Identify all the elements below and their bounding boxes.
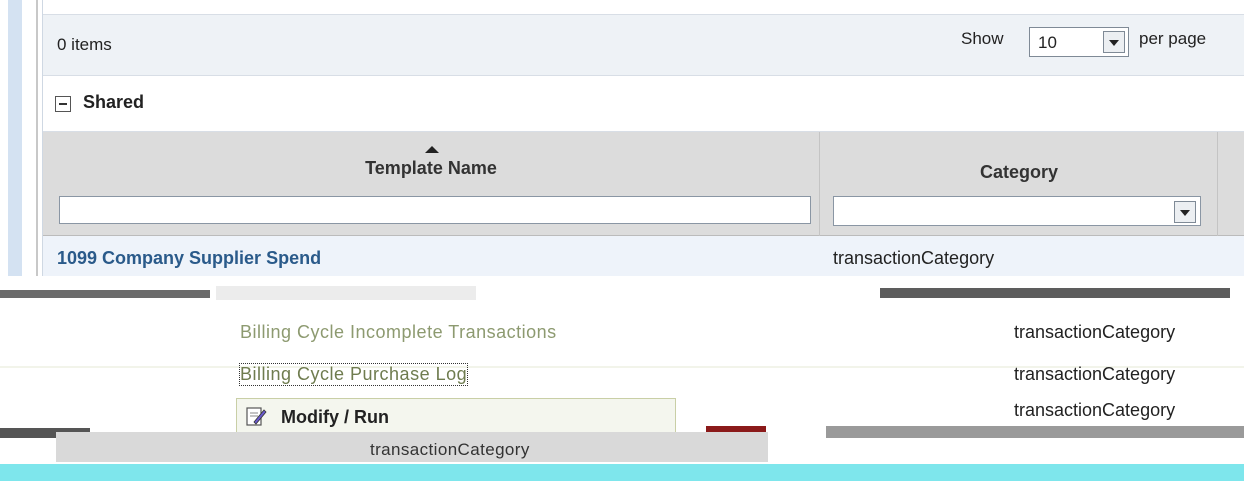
sort-ascending-icon xyxy=(425,146,439,153)
left-rail-bar xyxy=(8,0,22,288)
glitched-template-name[interactable]: Billing Cycle Incomplete Transactions xyxy=(240,322,557,343)
template-name-link[interactable]: 1099 Company Supplier Spend xyxy=(57,248,321,269)
category-cell: transactionCategory xyxy=(1014,364,1176,384)
edit-icon xyxy=(246,407,267,426)
category-cell: transactionCategory xyxy=(1014,400,1176,420)
category-cell: transactionCategory xyxy=(833,248,995,268)
grid-header: Template Name Category xyxy=(43,132,1244,236)
artifact-strip xyxy=(0,464,1244,481)
artifact-bar xyxy=(880,288,1230,298)
artifact-bar xyxy=(826,426,1244,438)
column-header-category[interactable]: Category xyxy=(821,162,1217,183)
modify-run-menu-item[interactable]: Modify / Run xyxy=(281,407,389,428)
page-size-value: 10 xyxy=(1038,33,1057,52)
shared-section-header[interactable]: Shared xyxy=(43,76,1244,132)
glitched-template-name[interactable]: Billing Cycle Purchase Log xyxy=(238,363,469,386)
section-label: Shared xyxy=(83,92,145,112)
show-label: Show xyxy=(961,29,1004,48)
per-page-label: per page xyxy=(1139,29,1207,48)
pager-toolbar: 0 items Show 10 per page xyxy=(43,14,1244,76)
chevron-down-icon[interactable] xyxy=(1103,31,1125,53)
items-count: 0 items xyxy=(57,35,112,54)
column-header-template-name[interactable]: Template Name xyxy=(43,158,819,179)
template-name-filter-input[interactable] xyxy=(59,196,811,224)
left-rail-divider xyxy=(36,0,38,288)
page-size-select[interactable]: 10 xyxy=(1029,27,1129,57)
artifact-bar xyxy=(0,290,210,298)
category-filter-select[interactable] xyxy=(833,196,1201,226)
template-panel: 0 items Show 10 per page Shared Template… xyxy=(42,0,1244,290)
collapse-icon[interactable] xyxy=(55,96,71,112)
context-menu: Modify / Run xyxy=(236,398,676,434)
artifact-bar xyxy=(216,286,476,300)
overlay-category-text: transactionCategory xyxy=(370,440,530,459)
category-cell: transactionCategory xyxy=(1014,322,1176,342)
chevron-down-icon[interactable] xyxy=(1174,201,1196,223)
table-row[interactable]: 1099 Company Supplier Spend transactionC… xyxy=(43,236,1244,276)
